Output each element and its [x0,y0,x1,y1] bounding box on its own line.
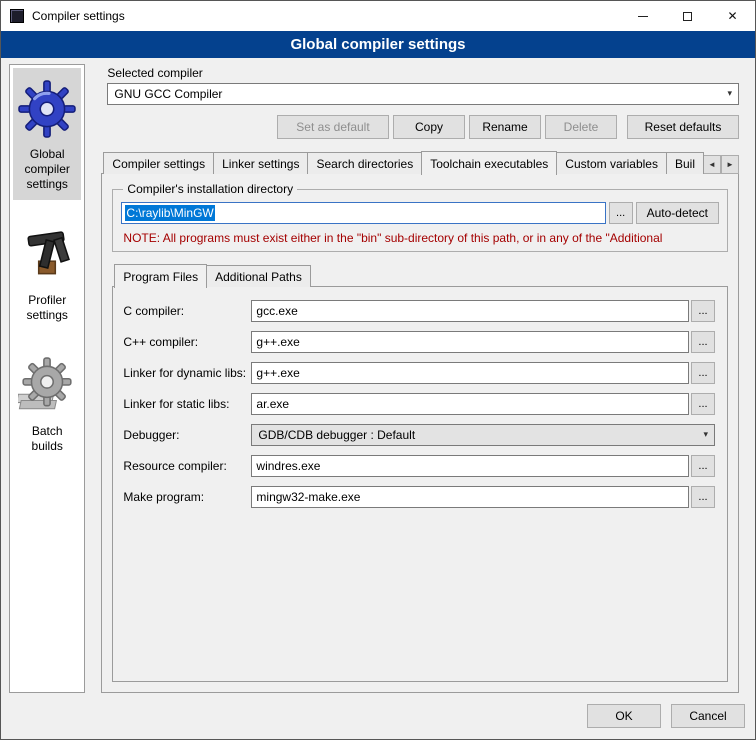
compiler-button-row: Set as default Copy Rename Delete Reset … [101,115,739,139]
program-files-tabstrip: Program Files Additional Paths [112,264,728,287]
page-title: Global compiler settings [1,31,755,58]
tab-program-files[interactable]: Program Files [114,264,207,288]
cpp-compiler-browse-button[interactable]: ... [691,331,715,353]
field-row-c-compiler: C compiler: ... [123,300,715,322]
minimize-button[interactable] [620,1,665,31]
ok-button[interactable]: OK [587,704,661,728]
copy-button[interactable]: Copy [393,115,465,139]
linker-dynamic-input[interactable] [251,362,689,384]
c-compiler-browse-button[interactable]: ... [691,300,715,322]
set-as-default-button: Set as default [277,115,389,139]
c-compiler-label: C compiler: [123,304,251,318]
linker-dynamic-browse-button[interactable]: ... [691,362,715,384]
sidebar-item-label: Global compiler settings [15,147,79,192]
selected-compiler-combobox[interactable]: GNU GCC Compiler ▾ [107,83,739,105]
program-files-panel: C compiler: ... C++ compiler: ... Linker… [112,286,728,682]
sidebar-item-label: Profiler settings [15,293,79,323]
sidebar-item-batch-builds[interactable]: Batch builds [13,345,81,462]
resource-compiler-input[interactable] [251,455,689,477]
chevron-down-icon: ▾ [727,88,732,99]
tab-scroll-right-button[interactable]: ► [721,155,739,174]
field-row-resource-compiler: Resource compiler: ... [123,455,715,477]
tab-scroll-left-button[interactable]: ◄ [703,155,721,174]
installation-directory-value: C:\raylib\MinGW [125,205,214,221]
bin-subdirectory-note: NOTE: All programs must exist either in … [123,231,719,245]
profiler-tool-icon [15,223,79,287]
c-compiler-input[interactable] [251,300,689,322]
reset-defaults-button[interactable]: Reset defaults [627,115,739,139]
field-row-cpp-compiler: C++ compiler: ... [123,331,715,353]
window-controls: ✕ [620,1,755,31]
linker-static-label: Linker for static libs: [123,397,251,411]
rename-button[interactable]: Rename [469,115,541,139]
debugger-value: GDB/CDB debugger : Default [258,428,415,442]
gear-blue-icon [15,77,79,141]
browse-directory-button[interactable]: ... [609,202,633,224]
gear-gray-icon [15,354,79,418]
window-title: Compiler settings [32,9,125,23]
make-program-label: Make program: [123,490,251,504]
compiler-tabstrip: Compiler settings Linker settings Search… [101,151,739,174]
field-row-debugger: Debugger: GDB/CDB debugger : Default ▾ [123,424,715,446]
field-row-linker-dynamic: Linker for dynamic libs: ... [123,362,715,384]
tab-search-directories[interactable]: Search directories [307,152,422,174]
selected-compiler-label: Selected compiler [107,66,739,80]
delete-button: Delete [545,115,617,139]
make-program-input[interactable] [251,486,689,508]
cancel-button[interactable]: Cancel [671,704,745,728]
minimize-icon [638,16,648,17]
content-area: Selected compiler GNU GCC Compiler ▾ Set… [95,64,747,697]
settings-sidebar: Global compiler settings Profiler settin… [9,64,85,693]
title-bar: Compiler settings ✕ [1,1,755,31]
installation-directory-row: C:\raylib\MinGW ... Auto-detect [121,202,719,224]
linker-dynamic-label: Linker for dynamic libs: [123,366,251,380]
field-row-make-program: Make program: ... [123,486,715,508]
maximize-icon [683,12,692,21]
close-icon: ✕ [727,10,737,22]
debugger-select[interactable]: GDB/CDB debugger : Default ▾ [251,424,715,446]
close-button[interactable]: ✕ [710,1,755,31]
field-row-linker-static: Linker for static libs: ... [123,393,715,415]
installation-directory-input[interactable]: C:\raylib\MinGW [121,202,605,224]
tab-build-options[interactable]: Buil [666,152,704,174]
tab-compiler-settings[interactable]: Compiler settings [103,152,214,174]
installation-directory-legend: Compiler's installation directory [123,182,297,196]
auto-detect-button[interactable]: Auto-detect [636,202,719,224]
app-icon [10,9,24,23]
selected-compiler-value: GNU GCC Compiler [114,87,222,101]
installation-directory-group: Compiler's installation directory C:\ray… [112,182,728,252]
linker-static-browse-button[interactable]: ... [691,393,715,415]
sidebar-item-global-compiler-settings[interactable]: Global compiler settings [13,68,81,200]
tab-additional-paths[interactable]: Additional Paths [206,265,311,287]
tab-toolchain-executables[interactable]: Toolchain executables [421,151,557,175]
sidebar-item-profiler-settings[interactable]: Profiler settings [13,214,81,331]
resource-compiler-browse-button[interactable]: ... [691,455,715,477]
main-area: Global compiler settings Profiler settin… [1,58,755,697]
linker-static-input[interactable] [251,393,689,415]
make-program-browse-button[interactable]: ... [691,486,715,508]
cpp-compiler-label: C++ compiler: [123,335,251,349]
sidebar-item-label: Batch builds [15,424,79,454]
tab-scroll-arrows: ◄ ► [703,155,739,174]
dialog-footer: OK Cancel [1,697,755,728]
cpp-compiler-input[interactable] [251,331,689,353]
debugger-label: Debugger: [123,428,251,442]
maximize-button[interactable] [665,1,710,31]
chevron-down-icon: ▾ [703,429,708,440]
toolchain-executables-panel: Compiler's installation directory C:\ray… [101,173,739,693]
tab-custom-variables[interactable]: Custom variables [556,152,667,174]
resource-compiler-label: Resource compiler: [123,459,251,473]
tab-linker-settings[interactable]: Linker settings [213,152,308,174]
